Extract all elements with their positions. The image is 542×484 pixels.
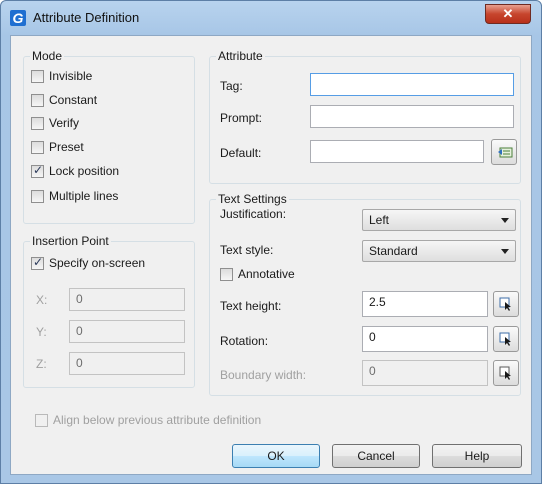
constant-label: Constant: [49, 93, 98, 107]
prompt-input[interactable]: [310, 105, 514, 128]
align-below-checkbox-box: [35, 413, 48, 427]
close-button[interactable]: ✕: [485, 4, 531, 24]
chevron-down-icon: [501, 249, 509, 254]
insert-field-button[interactable]: [491, 139, 517, 165]
x-label: X:: [36, 293, 48, 307]
lock-position-checkbox-box[interactable]: [31, 163, 44, 178]
verify-label: Verify: [49, 116, 80, 130]
text-style-select[interactable]: Standard: [362, 240, 516, 262]
text-height-input[interactable]: 2.5: [362, 291, 488, 317]
ok-button[interactable]: OK: [232, 444, 320, 468]
mode-group: Mode Invisible Constant Verify Preset Lo…: [23, 49, 195, 224]
text-style-label: Text style:: [220, 243, 274, 257]
specify-on-screen-label: Specify on-screen: [49, 256, 146, 270]
justification-select[interactable]: Left: [362, 209, 516, 231]
annotative-checkbox[interactable]: Annotative: [220, 266, 295, 282]
mode-group-title: Mode: [30, 49, 65, 63]
z-field: 0: [69, 352, 185, 375]
invisible-checkbox-box[interactable]: [31, 69, 44, 83]
insert-field-icon: [498, 147, 513, 158]
invisible-checkbox[interactable]: Invisible: [31, 68, 92, 84]
specify-on-screen-checkbox-box[interactable]: [31, 255, 44, 270]
pick-point-icon: [499, 297, 511, 311]
pick-point-icon: [499, 366, 511, 380]
cancel-button[interactable]: Cancel: [332, 444, 420, 468]
annotative-label: Annotative: [238, 267, 295, 281]
attribute-group: Attribute Tag: Prompt: Default:: [209, 49, 521, 184]
preset-label: Preset: [49, 140, 84, 154]
y-label: Y:: [36, 325, 47, 339]
window-title: Attribute Definition: [33, 10, 140, 25]
multiple-lines-checkbox-box[interactable]: [31, 189, 44, 203]
title-bar: G Attribute Definition ✕: [1, 1, 541, 35]
rotation-label: Rotation:: [220, 334, 269, 348]
align-below-checkbox: Align below previous attribute definitio…: [35, 412, 261, 428]
text-height-label: Text height:: [220, 299, 282, 313]
default-input[interactable]: [310, 140, 484, 163]
text-settings-group-title: Text Settings: [216, 192, 289, 206]
specify-on-screen-checkbox[interactable]: Specify on-screen: [31, 255, 145, 271]
tag-label: Tag:: [220, 79, 243, 93]
help-button[interactable]: Help: [432, 444, 522, 468]
lock-position-label: Lock position: [49, 164, 120, 178]
text-settings-group: Text Settings Justification: Left Text s…: [209, 192, 521, 396]
text-height-pick-button[interactable]: [493, 291, 519, 317]
default-label: Default:: [220, 146, 262, 160]
constant-checkbox-box[interactable]: [31, 93, 44, 107]
dialog-body: Mode Invisible Constant Verify Preset Lo…: [10, 35, 532, 475]
chevron-down-icon: [501, 218, 509, 223]
multiple-lines-label: Multiple lines: [49, 189, 119, 203]
preset-checkbox-box[interactable]: [31, 140, 44, 154]
align-below-label: Align below previous attribute definitio…: [53, 413, 262, 427]
rotation-input[interactable]: 0: [362, 326, 488, 352]
app-logo-icon: G: [10, 10, 26, 26]
constant-checkbox[interactable]: Constant: [31, 92, 97, 108]
invisible-label: Invisible: [49, 69, 93, 83]
z-label: Z:: [36, 357, 47, 371]
x-field: 0: [69, 288, 185, 311]
pick-point-icon: [499, 332, 511, 346]
annotative-checkbox-box[interactable]: [220, 267, 233, 281]
attribute-definition-dialog: G Attribute Definition ✕ Mode Invisible …: [0, 0, 542, 484]
rotation-pick-button[interactable]: [493, 326, 519, 352]
insertion-point-group: Insertion Point Specify on-screen X: 0 Y…: [23, 234, 195, 388]
justification-value: Left: [369, 213, 390, 227]
multiple-lines-checkbox[interactable]: Multiple lines: [31, 188, 118, 204]
prompt-label: Prompt:: [220, 111, 263, 125]
boundary-width-input: 0: [362, 360, 488, 386]
justification-label: Justification:: [220, 207, 287, 221]
preset-checkbox[interactable]: Preset: [31, 139, 84, 155]
attribute-group-title: Attribute: [216, 49, 265, 63]
insertion-point-group-title: Insertion Point: [30, 234, 111, 248]
verify-checkbox-box[interactable]: [31, 116, 44, 130]
lock-position-checkbox[interactable]: Lock position: [31, 163, 119, 179]
tag-input[interactable]: [310, 73, 514, 96]
verify-checkbox[interactable]: Verify: [31, 115, 79, 131]
y-field: 0: [69, 320, 185, 343]
boundary-width-label: Boundary width:: [220, 368, 307, 382]
text-style-value: Standard: [369, 244, 418, 258]
boundary-width-pick-button[interactable]: [493, 360, 519, 386]
